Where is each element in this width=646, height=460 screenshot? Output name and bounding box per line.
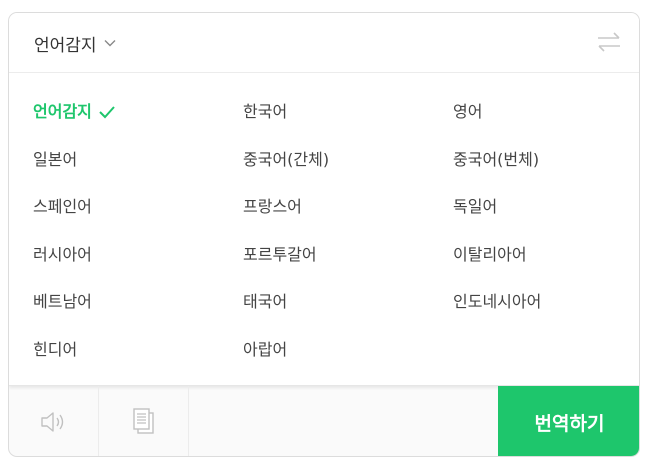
speaker-icon: [40, 412, 63, 432]
language-option[interactable]: 중국어(번체): [453, 148, 633, 172]
language-option[interactable]: 독일어: [453, 195, 633, 219]
language-option[interactable]: 중국어(간체): [243, 148, 453, 172]
speaker-button[interactable]: [9, 386, 99, 456]
language-option[interactable]: 태국어: [243, 290, 453, 314]
language-option[interactable]: 러시아어: [33, 243, 243, 267]
language-option-label: 한국어: [243, 102, 288, 121]
language-row: 언어감지 한국어 영어: [33, 100, 633, 148]
language-option-label: 영어: [453, 102, 483, 121]
language-option[interactable]: 힌디어: [33, 338, 243, 362]
language-option[interactable]: 이탈리아어: [453, 243, 633, 267]
checkmark-icon: [99, 106, 115, 119]
language-row: 스페인어 프랑스어 독일어: [33, 195, 633, 243]
language-option-label: 일본어: [33, 149, 78, 169]
language-option-label: 러시아어: [33, 244, 92, 264]
language-option[interactable]: 베트남어: [33, 290, 243, 314]
language-option[interactable]: 한국어: [243, 100, 453, 124]
source-language-label: 언어감지: [34, 35, 97, 56]
language-option[interactable]: 일본어: [33, 148, 243, 172]
copy-button[interactable]: [99, 386, 189, 456]
language-option-label: 태국어: [243, 292, 288, 312]
language-option-label: 중국어(번체): [453, 149, 540, 169]
language-option-label: 힌디어: [33, 339, 78, 359]
language-option[interactable]: 인도네시아어: [453, 290, 633, 314]
language-option[interactable]: 포르투갈어: [243, 243, 453, 267]
language-option-label: 인도네시아어: [453, 292, 542, 312]
swap-arrows-icon[interactable]: [595, 30, 623, 54]
language-option[interactable]: 아랍어: [243, 338, 453, 362]
chevron-down-icon: [104, 40, 116, 47]
language-option-label: 프랑스어: [243, 197, 302, 217]
panel-header: 언어감지: [9, 13, 639, 73]
language-option[interactable]: 영어: [453, 100, 633, 124]
language-option-label: 독일어: [453, 197, 498, 217]
translate-button[interactable]: 번역하기: [498, 386, 639, 456]
language-row: 베트남어 태국어 인도네시아어: [33, 290, 633, 338]
translate-button-label: 번역하기: [534, 412, 605, 435]
language-option[interactable]: 스페인어: [33, 195, 243, 219]
bottom-toolbar: 번역하기: [9, 386, 639, 456]
language-row: 일본어 중국어(간체) 중국어(번체): [33, 148, 633, 196]
language-row: 러시아어 포르투갈어 이탈리아어: [33, 243, 633, 291]
copy-document-icon: [132, 408, 154, 434]
language-option[interactable]: 언어감지: [33, 100, 243, 124]
language-option-label: 이탈리아어: [453, 244, 527, 264]
language-option-label: 언어감지: [33, 102, 92, 121]
language-option-label: 포르투갈어: [243, 244, 317, 264]
translator-card: 언어감지 언어감지 한국어 영어 일본어 중국어(간체) 중국어(번체) 스페인어 프랑스어 독…: [8, 12, 640, 457]
language-grid: 언어감지 한국어 영어일본어 중국어(간체) 중국어(번체) 스페인어 프랑스어 독일어러시아…: [33, 100, 633, 386]
language-option-label: 아랍어: [243, 339, 288, 359]
language-option-label: 중국어(간체): [243, 149, 330, 169]
language-row: 힌디어 아랍어: [33, 338, 633, 386]
language-option[interactable]: 프랑스어: [243, 195, 453, 219]
source-language-select[interactable]: 언어감지: [34, 31, 117, 56]
language-dropdown-panel: 언어감지 언어감지 한국어 영어 일본어 중국어(간체) 중국어(번체) 스페인어 프랑스어 독…: [9, 13, 639, 386]
language-option-label: 스페인어: [33, 197, 92, 217]
language-option-label: 베트남어: [33, 292, 92, 312]
